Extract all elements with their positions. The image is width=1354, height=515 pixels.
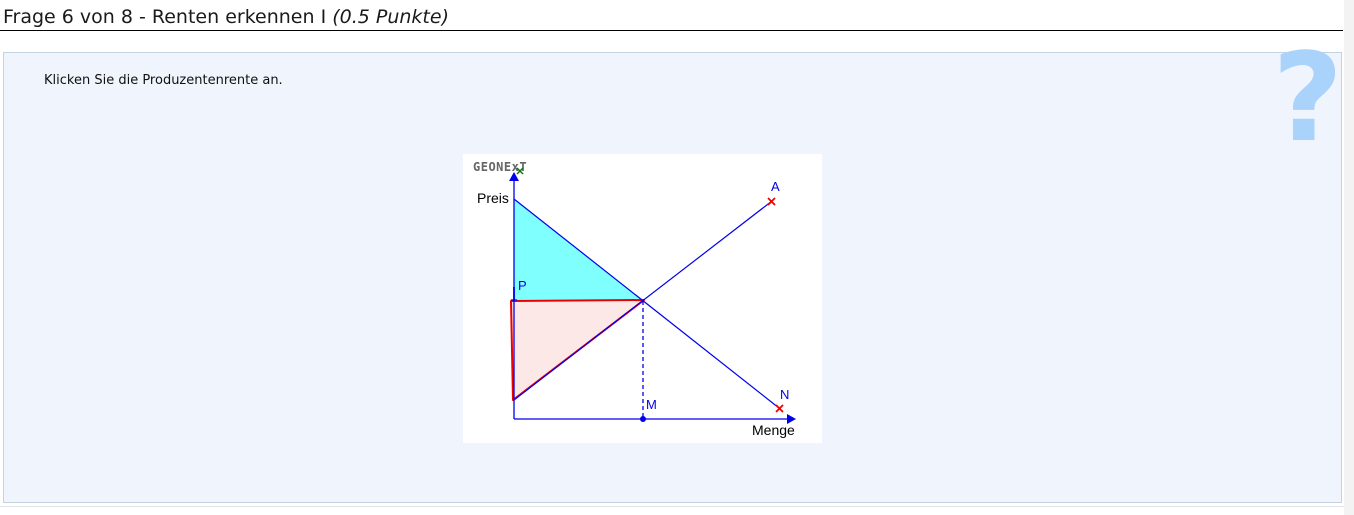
quantity-point-label: M bbox=[646, 397, 657, 412]
question-panel: Klicken Sie die Produzentenrente an. ? G… bbox=[3, 37, 1343, 503]
question-points: (0.5 Punkte) bbox=[332, 6, 449, 28]
geonext-applet[interactable]: GEONExT Preis Menge P M A N bbox=[463, 154, 822, 443]
question-title: Frage 6 von 8 - Renten erkennen I bbox=[3, 6, 327, 28]
demand-end-label: N bbox=[780, 387, 789, 402]
supply-handle-icon[interactable] bbox=[767, 197, 776, 206]
question-instruction: Klicken Sie die Produzentenrente an. bbox=[44, 73, 283, 88]
supply-demand-diagram[interactable]: GEONExT Preis Menge P M A N bbox=[463, 154, 822, 443]
quantity-axis-label: Menge bbox=[752, 422, 795, 438]
price-axis-label: Preis bbox=[477, 190, 509, 206]
quantity-point[interactable] bbox=[640, 416, 646, 422]
price-point-label: P bbox=[518, 278, 527, 293]
help-question-mark-icon[interactable]: ? bbox=[1272, 37, 1343, 159]
page-divider bbox=[0, 506, 1344, 507]
quiz-page: Frage 6 von 8 - Renten erkennen I (0.5 P… bbox=[0, 0, 1344, 515]
supply-end-label: A bbox=[771, 179, 780, 194]
question-header: Frage 6 von 8 - Renten erkennen I (0.5 P… bbox=[0, 0, 1343, 31]
demand-handle-icon[interactable] bbox=[775, 404, 784, 413]
